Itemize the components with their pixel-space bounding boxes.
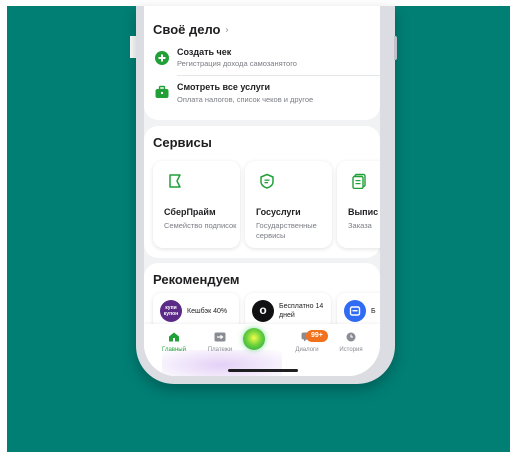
tab-history[interactable]: История [329,328,373,360]
tab-label: Платежи [207,347,233,353]
chevron-right-icon[interactable]: › [225,25,229,36]
recommend-text: Б [371,308,376,315]
plus-circle-icon [155,51,169,65]
tab-label: Диалоги [295,347,319,353]
kupikupon-logo: купи купон [160,300,182,322]
tab-label: История [339,347,363,353]
payments-icon [214,332,226,342]
tab-payments[interactable]: Платежи [198,328,242,360]
briefcase-icon [155,85,169,98]
all-services-title: Смотреть все услуги [177,82,271,92]
service-title: Госуслуги [256,207,301,217]
service-title: Выпис справ [348,207,380,217]
flag-icon [169,174,181,188]
all-services-subtitle: Оплата налогов, список чеков и другое [177,95,314,104]
recommend-title: Рекомендуем [153,272,240,287]
tab-home[interactable]: Главный [152,328,196,360]
own-business-title: Своё дело [153,22,221,37]
service-subtitle: Заказа [348,221,372,230]
home-icon [169,332,179,342]
service-card-statements[interactable]: Выпис справ Заказа [337,161,380,248]
create-receipt-subtitle: Регистрация дохода самозанятого [177,59,297,68]
screenshot-stage: Своё дело › Создать чек Регистрация дохо… [0,0,517,459]
service-subtitle: Государственные сервисы [256,221,317,240]
home-indicator [228,369,298,372]
history-icon [346,332,356,342]
service-card-gosuslugi[interactable]: Госуслуги Государственные сервисы [245,161,332,248]
box-icon [349,306,361,316]
service-subtitle: Семейство подписок [164,221,237,230]
service-card-sberprime[interactable]: СберПрайм Семейство подписок [153,161,240,248]
phone-frame: Своё дело › Создать чек Регистрация дохо… [136,6,395,384]
row-divider [177,75,380,76]
services-card: Сервисы СберПрайм Семейство подписок Гос… [144,126,380,258]
tab-label: Главный [162,347,186,353]
phone-side-button [394,36,397,60]
recommend-text: Кешбэк 40% [187,308,228,315]
assistant-orb-icon[interactable] [243,328,265,350]
okko-logo: о [252,300,274,322]
dialogs-badge: 99+ [306,330,328,342]
service-title: СберПрайм [164,207,216,217]
shield-icon [260,173,274,189]
create-receipt-title: Создать чек [177,47,232,57]
phone-screen: Своё дело › Создать чек Регистрация дохо… [144,6,380,376]
documents-icon [352,173,366,189]
own-business-card: Своё дело › Создать чек Регистрация дохо… [144,6,380,120]
services-title: Сервисы [153,135,212,150]
recommend-text: Бесплатно 14 дней [279,303,324,319]
box-logo-icon [344,300,366,322]
